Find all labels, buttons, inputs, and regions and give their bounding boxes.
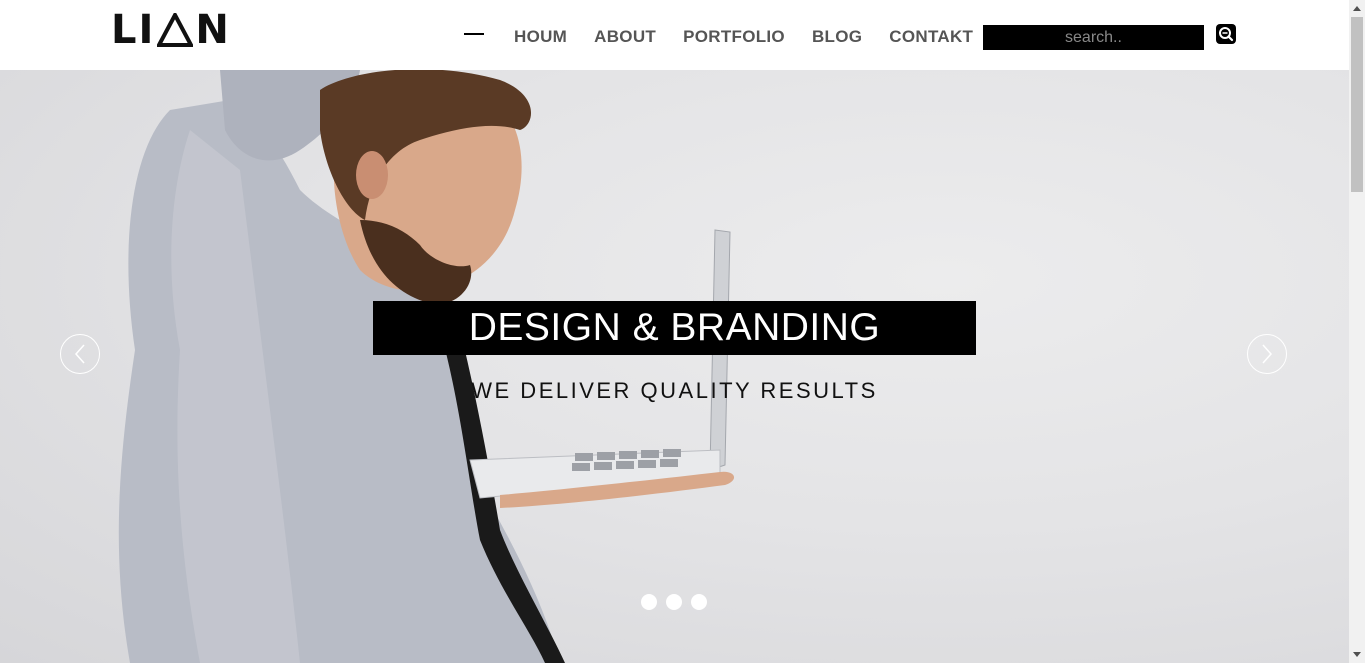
slider-dot-2[interactable]: [666, 594, 682, 610]
search-button[interactable]: [1216, 24, 1236, 44]
slider-dot-3[interactable]: [691, 594, 707, 610]
logo-text-right: N: [195, 7, 231, 53]
nav-item-blog[interactable]: BLOG: [812, 27, 862, 47]
search-input[interactable]: [983, 25, 1204, 50]
nav-item-contakt[interactable]: CONTAKT: [889, 27, 973, 47]
hero-photo: [118, 70, 735, 663]
site-header: LI N HOUM ABOUT PORTFOLIO BLOG CONTAKT: [0, 0, 1349, 70]
active-indicator: [464, 33, 484, 35]
site-logo[interactable]: LI N: [111, 7, 231, 53]
hero-slider: DESIGN & BRANDING WE DELIVER QUALITY RES…: [0, 70, 1349, 663]
nav-item-about[interactable]: ABOUT: [594, 27, 656, 47]
logo-text-left: LI: [111, 7, 156, 53]
search-icon: [1219, 27, 1234, 42]
slider-next-button[interactable]: [1247, 334, 1287, 374]
main-nav: HOUM ABOUT PORTFOLIO BLOG CONTAKT: [464, 25, 973, 49]
slider-pagination: [641, 594, 707, 610]
nav-item-houm[interactable]: HOUM: [514, 27, 567, 47]
scroll-up-arrow-icon[interactable]: [1353, 6, 1361, 11]
slider-dot-1[interactable]: [641, 594, 657, 610]
logo-triangle-icon: [157, 13, 194, 47]
nav-item-portfolio[interactable]: PORTFOLIO: [683, 27, 785, 47]
chevron-left-icon: [74, 344, 85, 364]
slider-prev-button[interactable]: [60, 334, 100, 374]
scroll-down-arrow-icon[interactable]: [1353, 652, 1361, 657]
chevron-right-icon: [1262, 344, 1273, 364]
hero-subline: WE DELIVER QUALITY RESULTS: [471, 378, 878, 403]
page-scrollbar[interactable]: [1349, 0, 1365, 663]
scrollbar-thumb[interactable]: [1351, 17, 1363, 192]
hero-headline: DESIGN & BRANDING: [373, 301, 976, 355]
